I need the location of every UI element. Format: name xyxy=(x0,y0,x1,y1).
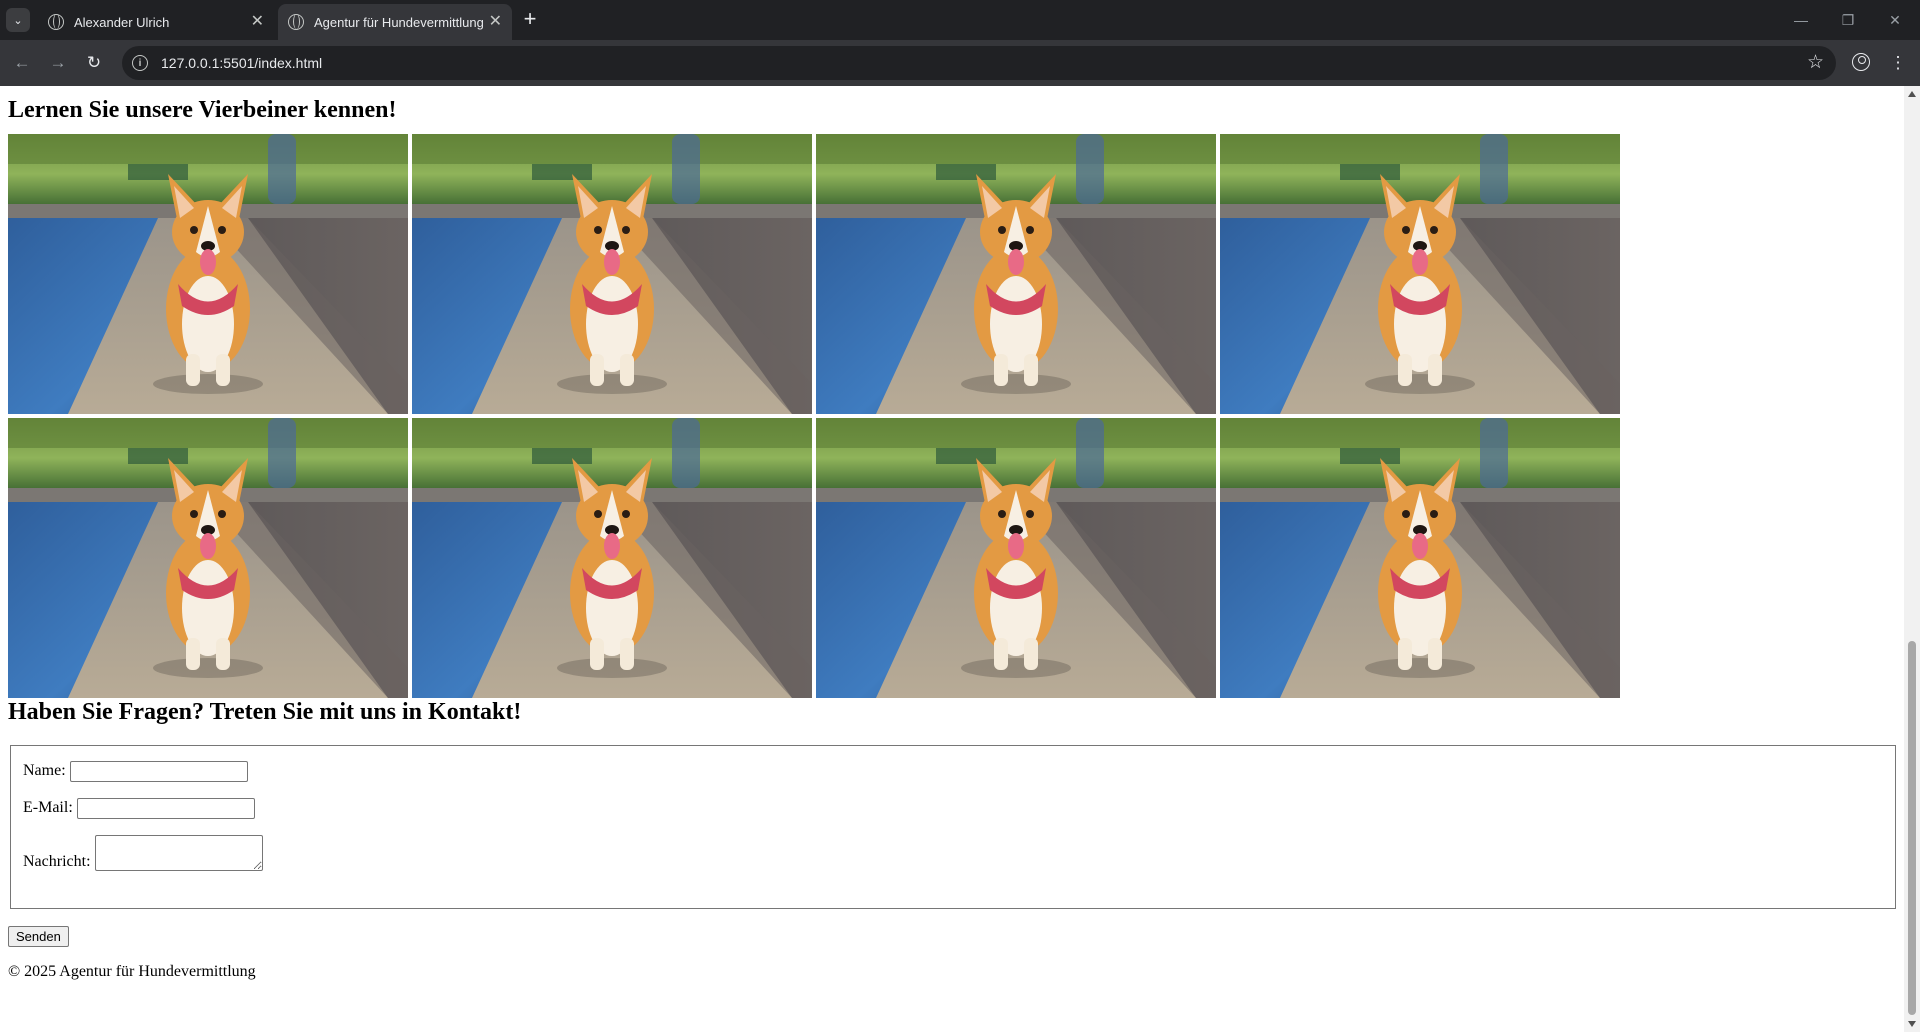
address-url[interactable]: 127.0.0.1:5501/index.html xyxy=(161,55,322,71)
email-label: E-Mail: xyxy=(23,799,73,816)
close-tab-icon[interactable]: ✕ xyxy=(251,14,264,30)
minimize-icon[interactable]: — xyxy=(1781,8,1821,32)
send-button[interactable]: Senden xyxy=(8,926,69,947)
scroll-down-arrow-icon[interactable] xyxy=(1908,1021,1916,1027)
browser-toolbar: ← → ↻ i 127.0.0.1:5501/index.html ☆ ⋮ xyxy=(0,40,1920,86)
menu-kebab-icon[interactable]: ⋮ xyxy=(1886,51,1910,75)
dog-photo xyxy=(412,418,812,698)
site-info-icon[interactable]: i xyxy=(132,55,148,71)
name-input[interactable] xyxy=(69,760,248,782)
message-label: Nachricht: xyxy=(23,853,91,870)
email-row: E-Mail: xyxy=(23,797,1883,819)
email-input[interactable] xyxy=(76,797,255,819)
dog-gallery xyxy=(8,134,1624,698)
dog-photo xyxy=(412,134,812,414)
restore-icon[interactable]: ❐ xyxy=(1828,8,1868,32)
scrollbar-thumb[interactable] xyxy=(1908,641,1916,1015)
page-scrollbar[interactable] xyxy=(1904,86,1920,1032)
browser-tab-active[interactable]: Agentur für Hundevermittlung ✕ xyxy=(278,4,512,40)
scroll-up-arrow-icon[interactable] xyxy=(1908,91,1916,97)
globe-icon xyxy=(48,14,64,30)
tab-title: Agentur für Hundevermittlung xyxy=(314,14,483,30)
dog-photo xyxy=(1220,134,1620,414)
profile-icon[interactable] xyxy=(1852,53,1870,71)
window-close-icon[interactable]: ✕ xyxy=(1875,8,1915,32)
dog-photo xyxy=(816,418,1216,698)
dog-photo xyxy=(8,418,408,698)
address-bar[interactable]: i 127.0.0.1:5501/index.html ☆ xyxy=(122,46,1836,80)
bookmark-star-icon[interactable]: ☆ xyxy=(1807,51,1824,75)
back-arrow-icon[interactable]: ← xyxy=(10,51,34,75)
tab-title: Alexander Ulrich xyxy=(74,14,170,30)
browser-tab[interactable]: Alexander Ulrich ✕ xyxy=(38,4,274,40)
gallery-heading: Lernen Sie unsere Vierbeiner kennen! xyxy=(8,97,397,123)
contact-heading: Haben Sie Fragen? Treten Sie mit uns in … xyxy=(8,699,522,725)
contact-form-fieldset: Name: E-Mail: Nachricht: xyxy=(10,745,1896,909)
dog-photo xyxy=(816,134,1216,414)
forward-arrow-icon[interactable]: → xyxy=(46,51,70,75)
close-tab-icon[interactable]: ✕ xyxy=(489,14,502,30)
tab-search-chevron-icon[interactable]: ⌄ xyxy=(6,8,30,32)
message-row: Nachricht: xyxy=(23,834,1883,871)
dog-photo xyxy=(8,134,408,414)
reload-icon[interactable]: ↻ xyxy=(82,51,106,75)
new-tab-button[interactable]: + xyxy=(520,7,540,31)
name-row: Name: xyxy=(23,760,1883,782)
page-viewport: Lernen Sie unsere Vierbeiner kennen! Hab… xyxy=(0,86,1904,1032)
name-label: Name: xyxy=(23,762,66,779)
browser-tab-bar: ⌄ Alexander Ulrich ✕ Agentur für Hundeve… xyxy=(0,0,1920,40)
message-textarea[interactable] xyxy=(94,835,263,871)
footer-copyright: © 2025 Agentur für Hundevermittlung xyxy=(8,963,256,980)
page-content: Lernen Sie unsere Vierbeiner kennen! Hab… xyxy=(0,86,1904,981)
dog-photo xyxy=(1220,418,1620,698)
globe-icon xyxy=(288,14,304,30)
